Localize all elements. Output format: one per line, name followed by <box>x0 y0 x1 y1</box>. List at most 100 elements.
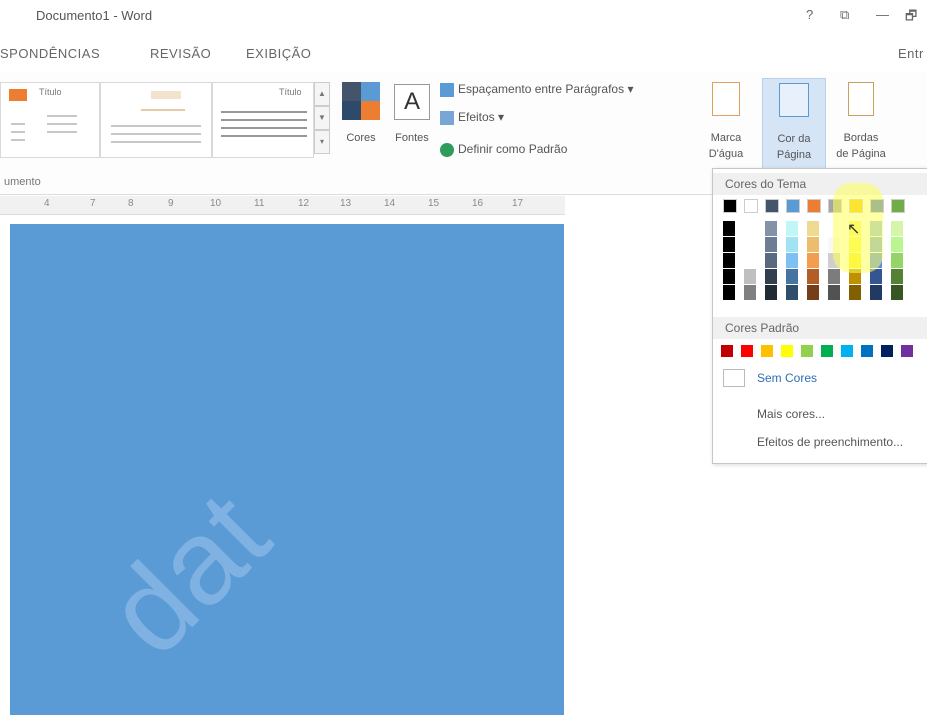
theme-color-shade[interactable] <box>828 285 840 300</box>
no-color-option[interactable]: Sem Cores <box>757 371 817 385</box>
page-color-label-1: Cor da <box>777 133 811 145</box>
theme-color-shade[interactable] <box>828 269 840 284</box>
theme-color-shade[interactable] <box>786 269 798 284</box>
page-color-icon <box>779 83 809 117</box>
theme-color-swatch[interactable] <box>765 199 779 213</box>
page-borders-button[interactable]: Bordas de Página <box>828 80 894 170</box>
theme-color-shade[interactable] <box>723 221 735 236</box>
cores-label: Cores <box>346 132 376 144</box>
gallery-scroll-down[interactable]: ▼ <box>314 106 330 130</box>
set-default-button[interactable]: Definir como Padrão <box>440 142 567 160</box>
theme-color-shade[interactable] <box>786 253 798 268</box>
effects-icon <box>440 110 454 125</box>
theme-color-shade[interactable] <box>744 269 756 284</box>
standard-color-swatch[interactable] <box>841 345 853 357</box>
document-page[interactable]: dat <box>10 224 564 715</box>
fontes-button[interactable]: A Fontes <box>388 82 436 158</box>
standard-color-swatch[interactable] <box>881 345 893 357</box>
standard-color-swatch[interactable] <box>901 345 913 357</box>
cores-button[interactable]: Cores <box>338 82 384 158</box>
theme-color-shade[interactable] <box>807 269 819 284</box>
theme-color-shade[interactable] <box>807 237 819 252</box>
effects-label: Efeitos <box>458 110 495 124</box>
theme-color-shade[interactable] <box>891 285 903 300</box>
group-label: umento <box>4 176 41 188</box>
theme-color-shade[interactable] <box>849 285 861 300</box>
gallery-scroll-up[interactable]: ▲ <box>314 82 330 106</box>
ruler-mark: 16 <box>472 198 484 209</box>
theme-color-swatch[interactable] <box>807 199 821 213</box>
ruler-mark: 13 <box>340 198 352 209</box>
theme-color-shade[interactable] <box>723 253 735 268</box>
ruler-mark: 4 <box>44 198 50 209</box>
theme-color-shade[interactable] <box>765 269 777 284</box>
help-button[interactable]: ? <box>806 7 813 22</box>
theme-color-shade[interactable] <box>786 221 798 236</box>
restore-button[interactable]: 🗗 <box>905 7 917 29</box>
theme-color-shade[interactable] <box>765 237 777 252</box>
theme-color-shade[interactable] <box>765 221 777 236</box>
theme-color-swatch[interactable] <box>744 199 758 213</box>
theme-color-shade[interactable] <box>744 221 756 236</box>
theme-color-shade[interactable] <box>786 237 798 252</box>
theme-color-swatch[interactable] <box>723 199 737 213</box>
standard-color-swatch[interactable] <box>761 345 773 357</box>
effects-button[interactable]: Efeitos ▾ <box>440 110 504 128</box>
theme-color-shade[interactable] <box>891 253 903 268</box>
theme-color-shade[interactable] <box>891 221 903 236</box>
horizontal-ruler[interactable]: 4 7 8 9 10 11 12 13 14 15 16 17 <box>0 196 565 215</box>
standard-color-swatch[interactable] <box>781 345 793 357</box>
theme-color-shade[interactable] <box>744 237 756 252</box>
theme-color-shade[interactable] <box>807 253 819 268</box>
no-color-icon <box>723 369 745 387</box>
check-icon <box>440 142 454 157</box>
page-borders-icon <box>848 82 874 116</box>
ruler-mark: 17 <box>512 198 524 209</box>
standard-color-swatch[interactable] <box>821 345 833 357</box>
ruler-mark: 15 <box>428 198 440 209</box>
theme-color-shade[interactable] <box>744 253 756 268</box>
theme-color-shade[interactable] <box>723 269 735 284</box>
window-title: Documento1 - Word <box>36 8 153 23</box>
sign-in-link[interactable]: Entr <box>898 46 924 61</box>
theme-color-shade[interactable] <box>723 237 735 252</box>
theme-color-swatch[interactable] <box>891 199 905 213</box>
theme-color-shade[interactable] <box>786 285 798 300</box>
fill-effects-option[interactable]: Efeitos de preenchimento... <box>757 435 903 449</box>
page-borders-label-1: Bordas <box>843 132 879 144</box>
standard-color-swatch[interactable] <box>801 345 813 357</box>
watermark-button[interactable]: Marca D'água <box>698 80 754 170</box>
theme-color-shade[interactable] <box>807 285 819 300</box>
theme-color-shade[interactable] <box>891 237 903 252</box>
style-title-label: Título <box>279 87 302 97</box>
standard-color-swatch[interactable] <box>861 345 873 357</box>
theme-color-shade[interactable] <box>891 269 903 284</box>
ruler-mark: 12 <box>298 198 310 209</box>
theme-color-shade[interactable] <box>744 285 756 300</box>
theme-colors-header: Cores do Tema <box>713 173 927 195</box>
theme-color-shade[interactable] <box>765 285 777 300</box>
style-thumbnail[interactable]: Título <box>212 82 314 158</box>
theme-color-swatch[interactable] <box>786 199 800 213</box>
standard-color-swatch[interactable] <box>721 345 733 357</box>
font-icon: A <box>394 84 430 120</box>
tab-exibicao[interactable]: EXIBIÇÃO <box>246 46 311 61</box>
tab-correspondencias[interactable]: SPONDÊNCIAS <box>0 46 100 61</box>
standard-color-swatch[interactable] <box>741 345 753 357</box>
style-thumbnail[interactable] <box>100 82 212 158</box>
tab-revisao[interactable]: REVISÃO <box>150 46 211 61</box>
theme-color-shade[interactable] <box>765 253 777 268</box>
style-title-label: Título <box>39 87 62 97</box>
style-thumbnail[interactable]: Título <box>0 82 100 158</box>
ribbon-display-button[interactable]: ⧉ <box>840 7 849 23</box>
theme-color-shade[interactable] <box>807 221 819 236</box>
watermark-icon <box>712 82 740 116</box>
paragraph-spacing-button[interactable]: Espaçamento entre Parágrafos ▾ <box>440 82 633 100</box>
minimize-button[interactable]: — <box>876 7 889 22</box>
more-colors-option[interactable]: Mais cores... <box>757 407 825 421</box>
watermark-text: dat <box>81 467 295 681</box>
theme-color-shade[interactable] <box>723 285 735 300</box>
gallery-more[interactable]: ▾ <box>314 130 330 154</box>
theme-color-shade[interactable] <box>870 285 882 300</box>
page-color-button[interactable]: Cor da Página <box>762 78 826 170</box>
